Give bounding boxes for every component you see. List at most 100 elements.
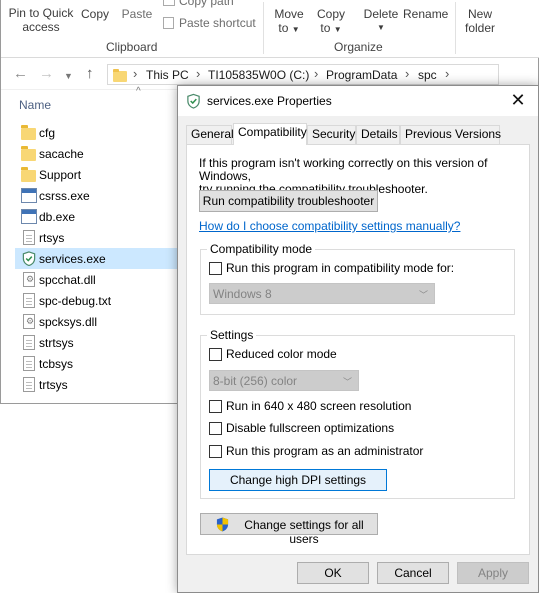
recent-locations-chevron-icon[interactable]: ▼ [64, 68, 73, 84]
file-name: Support [39, 168, 82, 182]
executable-icon [21, 188, 37, 203]
intro-line: If this program isn't working correctly … [199, 156, 488, 183]
copy-to-button[interactable]: Copy to ▼ [313, 7, 349, 37]
copy-path-button[interactable]: Copy path [163, 0, 239, 8]
clipboard-group-label: Clipboard [106, 40, 158, 54]
apply-button[interactable]: Apply [457, 562, 529, 584]
pin-label: Pin to Quick [8, 6, 74, 20]
checkbox-label: Run this program in compatibility mode f… [226, 261, 455, 275]
list-item[interactable]: rtsys [15, 227, 180, 248]
change-high-dpi-button[interactable]: Change high DPI settings [209, 469, 387, 491]
file-icon [23, 377, 35, 392]
sort-ascending-icon: ^ [136, 86, 141, 97]
tab-compatibility[interactable]: Compatibility [233, 123, 307, 145]
copy-to-sub: to ▼ [313, 21, 349, 37]
dialog-title: services.exe Properties [207, 94, 332, 108]
compatibility-help-link[interactable]: How do I choose compatibility settings m… [199, 219, 460, 233]
executable-icon [21, 209, 37, 224]
forward-arrow-icon[interactable]: → [39, 66, 54, 82]
copy-button[interactable]: Copy [79, 7, 111, 21]
file-name: spcchat.dll [39, 273, 96, 287]
close-icon[interactable]: ✕ [508, 90, 528, 110]
color-depth-select[interactable]: 8-bit (256) color ﹀ [209, 370, 359, 391]
ribbon-toolbar: Pin to Quick access Copy Paste Copy path… [1, 0, 539, 58]
list-item[interactable]: csrss.exe [15, 185, 180, 206]
up-arrow-icon[interactable]: ↑ [86, 66, 94, 82]
move-to-button[interactable]: Move to ▼ [271, 7, 307, 37]
file-name: csrss.exe [39, 189, 90, 203]
new-folder-button[interactable]: New folder [461, 7, 499, 35]
column-header-name[interactable]: Name [19, 98, 51, 112]
chevron-down-icon: ﹀ [342, 377, 352, 387]
file-name: strtsys [39, 336, 74, 350]
list-item[interactable]: db.exe [15, 206, 180, 227]
compatibility-mode-group: Compatibility mode Run this program in c… [200, 242, 515, 315]
cancel-button[interactable]: Cancel [377, 562, 449, 584]
chevron-down-icon: ▼ [333, 25, 342, 34]
breadcrumb-this-pc[interactable]: This PC [146, 68, 189, 82]
tab-previous-versions[interactable]: Previous Versions [400, 125, 501, 144]
file-name: tcbsys [39, 357, 74, 371]
pin-to-quick-access-button[interactable]: Pin to Quick access [5, 6, 77, 34]
run-as-admin-checkbox[interactable] [209, 445, 222, 458]
chevron-down-icon: ﹀ [418, 290, 428, 300]
list-item[interactable]: Support [15, 164, 180, 185]
breadcrumb-spc[interactable]: spc [418, 68, 437, 82]
breadcrumb-drive[interactable]: TI105835W0O (C:) [208, 68, 309, 82]
chevron-right-icon: › [314, 66, 319, 81]
breadcrumb-programdata[interactable]: ProgramData [326, 68, 397, 82]
paste-button[interactable]: Paste [119, 7, 155, 21]
list-item[interactable]: spc-debug.txt [15, 290, 180, 311]
copy-path-icon [163, 0, 175, 6]
shield-check-icon [22, 251, 36, 266]
delete-label: Delete [363, 7, 399, 21]
list-item[interactable]: tcbsys [15, 353, 180, 374]
uac-shield-icon [216, 517, 229, 532]
tab-general[interactable]: General [186, 125, 234, 144]
change-settings-all-users-button[interactable]: Change settings for all users [200, 513, 378, 546]
chevron-down-icon: ▼ [291, 25, 300, 34]
list-item[interactable]: strtsys [15, 332, 180, 353]
reduced-color-checkbox[interactable] [209, 348, 222, 361]
file-name: trtsys [39, 378, 68, 392]
list-item-selected[interactable]: services.exe [15, 248, 180, 269]
ok-button[interactable]: OK [297, 562, 369, 584]
chevron-right-icon: › [133, 66, 138, 81]
group-title: Compatibility mode [207, 242, 316, 256]
list-item[interactable]: cfg [15, 122, 180, 143]
settings-group: Settings Reduced color mode 8-bit (256) … [200, 328, 515, 499]
fullscreen-optimizations-checkbox[interactable] [209, 422, 222, 435]
run-troubleshooter-button[interactable]: Run compatibility troubleshooter [199, 190, 378, 212]
new-folder-label-2: folder [464, 21, 496, 35]
delete-button[interactable]: Delete ▼ [361, 7, 401, 35]
rename-button[interactable]: Rename [403, 7, 448, 21]
file-name: db.exe [39, 210, 76, 224]
compatibility-tab-panel: If this program isn't working correctly … [186, 144, 530, 555]
resolution-checkbox[interactable] [209, 400, 222, 413]
back-arrow-icon[interactable]: ← [13, 66, 28, 82]
dll-gear-icon [23, 314, 35, 329]
list-item[interactable]: sacache [15, 143, 180, 164]
copy-to-label: Copy [316, 7, 345, 21]
new-folder-label: New [467, 7, 492, 21]
checkbox-label: Reduced color mode [226, 347, 337, 361]
list-item[interactable]: spcchat.dll [15, 269, 180, 290]
organize-group-label: Organize [334, 40, 383, 54]
copy-path-label: Copy path [179, 0, 234, 8]
tab-details[interactable]: Details [356, 125, 400, 144]
breadcrumb[interactable]: › This PC › TI105835W0O (C:) › ProgramDa… [107, 64, 499, 85]
file-name: spcksys.dll [39, 315, 98, 329]
tab-security[interactable]: Security [307, 125, 356, 144]
list-item[interactable]: spcksys.dll [15, 311, 180, 332]
chevron-right-icon: › [196, 66, 201, 81]
dialog-titlebar[interactable]: services.exe Properties ✕ [178, 86, 538, 116]
compat-mode-checkbox[interactable] [209, 262, 222, 275]
paste-shortcut-button[interactable]: Paste shortcut [163, 16, 259, 30]
os-version-select[interactable]: Windows 8 ﹀ [209, 283, 435, 304]
folder-icon [21, 167, 36, 182]
button-label: Change settings for all users [244, 518, 364, 546]
chevron-down-icon: ▼ [377, 23, 385, 32]
checkbox-label: Disable fullscreen optimizations [226, 421, 395, 435]
move-to-sub: to ▼ [271, 21, 307, 37]
list-item[interactable]: trtsys [15, 374, 180, 395]
